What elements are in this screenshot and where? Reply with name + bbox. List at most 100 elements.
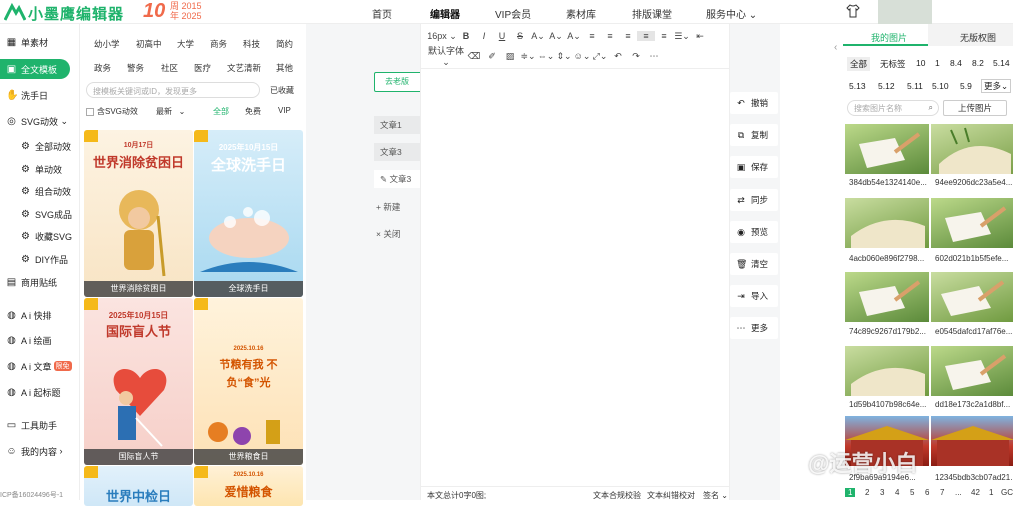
sidebar-item-svg-collected[interactable]: ⚙ 收藏SVG	[0, 226, 80, 246]
sidebar-item-my-content[interactable]: ☺ 我的内容 ›	[0, 441, 80, 461]
save-button[interactable]: ▣ 保存	[730, 156, 778, 178]
tag-chip[interactable]: 1	[935, 58, 940, 68]
template-search-input[interactable]: 搜模板关键词或ID，发现更多	[86, 82, 260, 98]
image-thumbnail[interactable]	[845, 198, 929, 248]
nav-editor[interactable]: 编辑器	[430, 6, 460, 21]
category-item[interactable]: 医疗	[194, 62, 211, 74]
preview-button[interactable]: ◉ 预览	[730, 221, 778, 243]
page-number[interactable]: 1	[845, 488, 856, 497]
page-number[interactable]: 4	[895, 488, 899, 497]
svg-filter-checkbox[interactable]: 含SVG动效	[86, 106, 138, 117]
page-number[interactable]: 6	[925, 488, 929, 497]
superscript-icon[interactable]: A⌄	[565, 31, 583, 42]
tag-chip[interactable]: 无标签	[880, 58, 906, 70]
new-doc-button[interactable]: + 新建	[376, 201, 400, 213]
tag-chip[interactable]: 10	[916, 58, 925, 68]
proofread-link[interactable]: 文本纠错校对	[647, 490, 695, 501]
align-left-icon[interactable]: ≡	[583, 31, 601, 41]
category-item[interactable]: 科技	[243, 38, 260, 50]
image-thumbnail[interactable]	[845, 272, 929, 322]
nav-service[interactable]: 服务中心 ⌄	[706, 6, 757, 21]
font-size-select[interactable]: 16px ⌄	[427, 31, 457, 42]
page-number[interactable]: 3	[880, 488, 884, 497]
link-icon[interactable]: ⤢⌄	[591, 51, 609, 62]
category-item[interactable]: 其他	[276, 62, 293, 74]
template-card[interactable]: 2025.10.16 节粮有我 不负“食”光 世界粮食日	[194, 298, 303, 465]
outdent-icon[interactable]: ⇤	[691, 31, 709, 42]
upload-image-button[interactable]: 上传图片	[943, 100, 1007, 116]
template-card[interactable]: 10月17日 世界消除贫困日 世界消除贫困日	[84, 130, 193, 297]
tag-chip[interactable]: 8.4	[950, 58, 962, 68]
indent-icon[interactable]: ≡	[655, 31, 673, 41]
category-item[interactable]: 商务	[210, 38, 227, 50]
background-color-icon[interactable]: A⌄	[547, 31, 565, 42]
nav-course[interactable]: 排版课堂	[632, 6, 672, 21]
emoji-icon[interactable]: ☺⌄	[573, 51, 591, 62]
more-tags-button[interactable]: 更多⌄	[981, 79, 1012, 93]
nav-materials[interactable]: 素材库	[566, 6, 596, 21]
tag-chip[interactable]: 5.13	[849, 81, 866, 91]
collapse-arrow-icon[interactable]: ‹	[834, 42, 837, 53]
filter-vip[interactable]: VIP	[278, 106, 291, 115]
import-button[interactable]: ⇥ 导入	[730, 285, 778, 307]
tag-chip[interactable]: 5.12	[878, 81, 895, 91]
undo-icon[interactable]: ↶	[609, 51, 627, 62]
doc-item[interactable]: 文章1	[374, 116, 426, 134]
letter-spacing-icon[interactable]: ⇔⌄	[537, 51, 555, 62]
sidebar-item-tools[interactable]: ▭ 工具助手	[0, 415, 80, 435]
category-item[interactable]: 简约	[276, 38, 293, 50]
collected-link[interactable]: 已收藏	[270, 85, 294, 96]
category-item[interactable]: 文艺清新	[227, 62, 261, 74]
page-number[interactable]: 5	[910, 488, 914, 497]
font-family-select[interactable]: 默认字体⌄	[427, 44, 465, 68]
sidebar-item-ai-title[interactable]: ◍ A i 起标题	[0, 382, 80, 402]
align-center-icon[interactable]: ≡	[601, 31, 619, 41]
image-thumbnail[interactable]	[931, 416, 1013, 466]
sidebar-item-handwash[interactable]: ✋ 洗手日	[0, 85, 80, 105]
tag-chip[interactable]: 5.11	[907, 81, 923, 91]
doc-item[interactable]: 文章3	[374, 143, 426, 161]
filter-free[interactable]: 免费	[245, 106, 261, 117]
sidebar-item-stickers[interactable]: ▤ 商用贴纸	[0, 272, 80, 292]
underline-icon[interactable]: U	[493, 31, 511, 41]
list-icon[interactable]: ☰⌄	[673, 31, 691, 42]
align-justify-icon[interactable]: ≡	[637, 31, 655, 41]
close-doc-button[interactable]: × 关闭	[376, 228, 400, 240]
category-item[interactable]: 社区	[161, 62, 178, 74]
category-item[interactable]: 幼小学	[94, 38, 120, 50]
page-number[interactable]: 42	[971, 488, 980, 497]
template-card[interactable]: 世界中检日	[84, 466, 193, 506]
sidebar-item-single-effect[interactable]: ⚙ 单动效	[0, 159, 80, 179]
sidebar-item-combo-effect[interactable]: ⚙ 组合动效	[0, 181, 80, 201]
tag-chip[interactable]: 5.9	[960, 81, 972, 91]
category-item[interactable]: 警务	[127, 62, 144, 74]
sidebar-item-ai-article[interactable]: ◍ A i 文章 限免	[0, 356, 80, 376]
sync-button[interactable]: ⇄ 同步	[730, 189, 778, 211]
more-icon[interactable]: ⋯	[645, 51, 663, 62]
image-search-input[interactable]: 搜索图片名称 ⌕	[847, 100, 939, 116]
image-thumbnail[interactable]	[931, 272, 1013, 322]
image-thumbnail[interactable]	[845, 124, 929, 174]
page-number[interactable]: 2	[865, 488, 869, 497]
signature-select[interactable]: 签名 ⌄	[703, 490, 728, 501]
clear-button[interactable]: 🗑 清空	[730, 253, 778, 275]
strikethrough-icon[interactable]: S	[511, 31, 529, 41]
tab-my-images[interactable]: 我的图片	[843, 24, 928, 46]
tab-free-images[interactable]: 无版权图	[928, 24, 1013, 46]
sidebar-item-ai-layout[interactable]: ◍ A i 快排	[0, 305, 80, 325]
image-icon[interactable]: ▨	[501, 51, 519, 62]
compliance-check-link[interactable]: 文本合规校验	[593, 490, 641, 501]
image-thumbnail[interactable]	[931, 346, 1013, 396]
image-thumbnail[interactable]	[931, 124, 1013, 174]
nav-home[interactable]: 首页	[372, 6, 392, 21]
sidebar-item-all-effects[interactable]: ⚙ 全部动效	[0, 136, 80, 156]
filter-all[interactable]: 全部	[213, 106, 229, 117]
old-version-button[interactable]: 去老版	[374, 72, 426, 92]
page-number[interactable]: 7	[940, 488, 944, 497]
tag-chip[interactable]: 5.10	[932, 81, 949, 91]
sidebar-item-diy[interactable]: ⚙ DIY作品	[0, 249, 80, 269]
shirt-icon[interactable]	[846, 4, 860, 18]
page-number[interactable]: 1	[989, 488, 993, 497]
sidebar-item-single[interactable]: ▦ 单素材	[0, 32, 80, 52]
doc-item-active[interactable]: ✎ 文章3	[374, 170, 426, 188]
